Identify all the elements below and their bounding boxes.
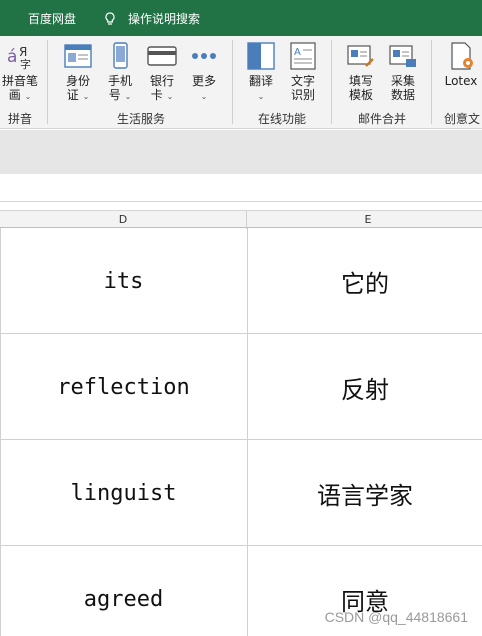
chevron-down-icon: ⌄ [166, 92, 174, 101]
top-tab-bar: 百度网盘 操作说明搜索 [0, 0, 482, 36]
cell-e-meaning[interactable]: 反射 [247, 334, 482, 440]
table-row: reflection 反射 [0, 334, 482, 440]
ribbon: á Я 字 拼音笔 画 ⌄ 拼音 身份 证 ⌄ 手机 号 ⌄ 银行 卡 ⌄ 更多… [0, 36, 482, 129]
more-label: 更多 [191, 74, 216, 88]
group-label-creative: 创意文 [443, 112, 480, 126]
lotex-button[interactable]: Lotex [440, 40, 482, 88]
lotex-label: Lotex [444, 74, 478, 88]
group-label-pinyin: 拼音 [7, 112, 32, 126]
id-card-icon [64, 44, 92, 68]
column-divider[interactable] [246, 211, 247, 229]
formula-bar[interactable] [0, 174, 482, 202]
tab-baidu-netdisk[interactable]: 百度网盘 [28, 10, 76, 27]
translate-label: 翻译 [248, 74, 273, 88]
group-separator [431, 40, 432, 124]
collect-data-button[interactable]: 采集 数据 [383, 40, 423, 102]
template-icon [347, 45, 374, 67]
cell-d-word[interactable]: reflection [0, 334, 247, 440]
ocr-label-2: 识别 [290, 88, 315, 102]
svg-text:字: 字 [20, 57, 31, 70]
chevron-down-icon: ⌄ [24, 92, 32, 101]
pinyin-stroke-button[interactable]: á Я 字 拼音笔 画 ⌄ [0, 40, 40, 104]
ribbon-collapsed-area [0, 130, 482, 174]
cell-d-word[interactable]: linguist [0, 440, 247, 546]
svg-text:Я: Я [19, 45, 27, 59]
svg-text:á: á [7, 47, 17, 67]
fill-template-button[interactable]: 填写 模板 [341, 40, 381, 102]
table-row: its 它的 [0, 228, 482, 334]
svg-text:A: A [294, 47, 301, 58]
fill-template-label-1: 填写 [348, 74, 373, 88]
pinyin-icon: á Я 字 [7, 45, 31, 70]
id-card-label-2: 证 [66, 88, 79, 102]
more-button[interactable]: 更多 ⌄ [184, 40, 224, 104]
group-label-mail-merge: 邮件合并 [357, 112, 406, 126]
phone-label-1: 手机 [107, 74, 132, 88]
bank-card-label-2: 卡 [150, 88, 163, 102]
chevron-down-icon: ⌄ [124, 92, 132, 101]
mobile-phone-icon [113, 42, 128, 69]
chevron-down-icon: ⌄ [200, 92, 208, 101]
bank-card-label-1: 银行 [149, 74, 174, 88]
fill-template-label-2: 模板 [348, 88, 373, 102]
more-dots-icon [192, 53, 216, 59]
group-separator [331, 40, 332, 124]
cell-d-word[interactable]: its [0, 228, 247, 334]
tell-me-label: 操作说明搜索 [128, 12, 201, 26]
group-separator [232, 40, 233, 124]
translate-icon [247, 42, 275, 70]
chevron-down-icon: ⌄ [82, 92, 90, 101]
table-row: linguist 语言学家 [0, 440, 482, 546]
cell-e-meaning[interactable]: 它的 [247, 228, 482, 334]
phone-label-2: 号 [108, 88, 121, 102]
cell-e-meaning[interactable]: 语言学家 [247, 440, 482, 546]
collect-data-label-1: 采集 [390, 74, 415, 88]
text-recognition-button[interactable]: A 文字 识别 [283, 40, 323, 102]
bank-card-button[interactable]: 银行 卡 ⌄ [142, 40, 182, 104]
collect-data-label-2: 数据 [390, 88, 415, 102]
chevron-down-icon: ⌄ [257, 92, 265, 101]
group-label-online: 在线功能 [257, 112, 306, 126]
group-separator [47, 40, 48, 124]
pinyin-stroke-label-1: 拼音笔 [1, 74, 38, 88]
group-label-life-services: 生活服务 [116, 112, 165, 126]
column-header-bar: D E [0, 210, 482, 229]
lotex-icon [451, 42, 473, 70]
column-header-d[interactable]: D [113, 213, 133, 226]
bank-card-icon [147, 46, 177, 66]
collect-data-icon [389, 45, 416, 67]
phone-number-button[interactable]: 手机 号 ⌄ [100, 40, 140, 104]
id-card-button[interactable]: 身份 证 ⌄ [58, 40, 98, 104]
tell-me-search[interactable]: 操作说明搜索 [104, 10, 200, 27]
sheet-grid: its 它的 reflection 反射 linguist 语言学家 agree… [0, 228, 482, 636]
column-header-e[interactable]: E [358, 213, 378, 226]
watermark: CSDN @qq_44818661 [324, 609, 468, 625]
cell-d-word[interactable]: agreed [0, 546, 247, 636]
translate-button[interactable]: 翻译 ⌄ [241, 40, 281, 104]
ocr-document-icon: A [290, 42, 316, 70]
ocr-label-1: 文字 [290, 74, 315, 88]
id-card-label-1: 身份 [65, 74, 90, 88]
pinyin-stroke-label-2: 画 [8, 88, 21, 102]
lightbulb-icon [105, 11, 115, 25]
